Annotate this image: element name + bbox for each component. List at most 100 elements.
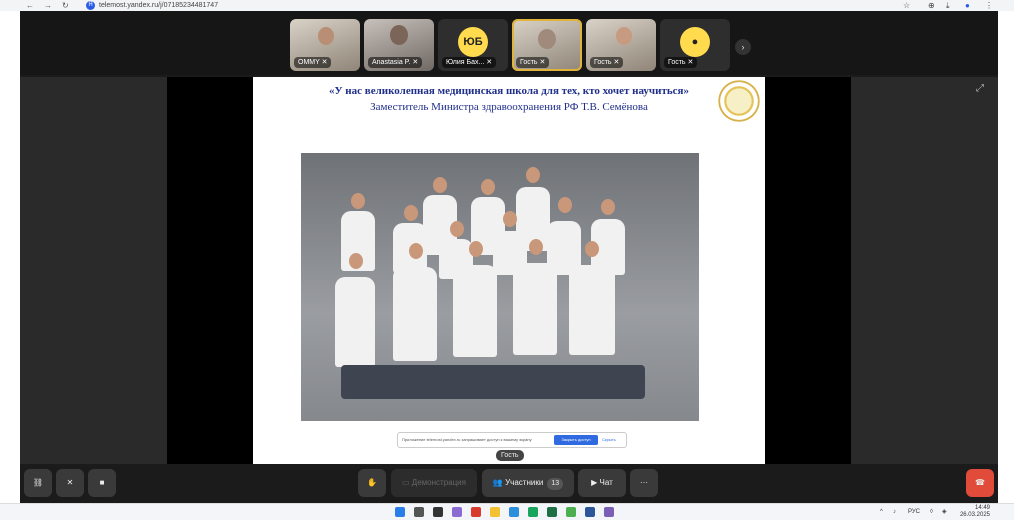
address-bar[interactable]: telemost.yandex.ru/j/07185234481747 — [99, 0, 218, 11]
screen-icon: ▭ — [402, 478, 410, 487]
person-head — [503, 211, 517, 227]
mic-icon[interactable]: ♪ — [893, 504, 896, 520]
left-margin — [0, 11, 20, 507]
telemost-app: OMMY ✕ Anastasia P. ✕ ЮБ Юлия Бах... ✕ Г… — [20, 11, 998, 507]
link-button[interactable]: ⛓ — [24, 469, 52, 497]
participant-tile[interactable]: Гость ✕ — [586, 19, 656, 71]
person-head — [481, 179, 495, 195]
participant-tile[interactable]: ЮБ Юлия Бах... ✕ — [438, 19, 508, 71]
participants-count: 13 — [547, 478, 564, 490]
person-head — [558, 197, 572, 213]
chat-icon: ▶ — [591, 478, 598, 487]
forward-icon[interactable]: → — [44, 0, 52, 11]
person-head — [526, 167, 540, 183]
participants-button[interactable]: 👥 Участники 13 — [482, 469, 574, 497]
mic-off-icon: ✕ — [613, 59, 620, 66]
person-figure — [513, 263, 557, 355]
mic-off-icon: ✕ — [412, 59, 419, 66]
extensions-icon[interactable]: ⊕ — [928, 0, 935, 11]
participant-tile[interactable]: Anastasia P. ✕ — [364, 19, 434, 71]
end-call-button[interactable]: ☎ — [966, 469, 994, 497]
person-head — [409, 243, 423, 259]
stop-sharing-button[interactable]: Закрыть доступ — [554, 435, 598, 445]
screen-share-notification: Приложение telemost.yandex.ru запрашивае… — [397, 432, 627, 448]
excel-icon[interactable] — [547, 507, 557, 517]
volume-icon[interactable]: ◈ — [942, 504, 947, 520]
bookmark-icon[interactable]: ☆ — [903, 0, 910, 11]
folder-icon[interactable] — [490, 507, 500, 517]
fullscreen-icon[interactable]: ⤢ — [976, 83, 984, 94]
participant-photo — [318, 27, 334, 45]
participant-name: Anastasia P. ✕ — [368, 57, 423, 68]
participant-tile[interactable]: ● Гость ✕ — [660, 19, 730, 71]
app-icon[interactable] — [604, 507, 614, 517]
mic-off-icon: ✕ — [66, 478, 74, 487]
left-panel — [20, 77, 167, 464]
participant-name: Юлия Бах... ✕ — [442, 57, 497, 68]
phone-hangup-icon: ☎ — [975, 478, 985, 487]
mic-toggle-button[interactable]: ✕ — [56, 469, 84, 497]
search-icon[interactable] — [414, 507, 424, 517]
teams-icon[interactable] — [452, 507, 462, 517]
participant-photo — [538, 29, 556, 49]
start-icon[interactable] — [395, 507, 405, 517]
person-head — [433, 177, 447, 193]
person-head — [601, 199, 615, 215]
screen-share-button[interactable]: ▭ Демонстрация — [391, 469, 477, 497]
browser-icon[interactable] — [509, 507, 519, 517]
more-button[interactable]: ··· — [630, 469, 658, 497]
participant-photo — [390, 25, 408, 45]
mic-off-icon: ✕ — [486, 59, 493, 66]
person-head — [585, 241, 599, 257]
windows-taskbar: ^ ♪ РУС ◊ ◈ 14:49 26.03.2025 — [0, 503, 1014, 520]
right-panel — [851, 77, 998, 464]
presenter-label: Гость — [496, 450, 524, 461]
person-head — [529, 239, 543, 255]
hand-icon: ✋ — [367, 478, 377, 487]
clock[interactable]: 14:49 26.03.2025 — [958, 505, 990, 519]
participant-name: Гость ✕ — [664, 57, 698, 68]
reload-icon[interactable]: ↻ — [62, 0, 69, 11]
presentation-slide: «У нас великолепная медицинская школа дл… — [253, 77, 765, 464]
site-favicon: Я — [86, 1, 95, 10]
raise-hand-button[interactable]: ✋ — [358, 469, 386, 497]
right-margin — [998, 11, 1014, 507]
app-icon[interactable] — [471, 507, 481, 517]
hide-notification-link[interactable]: Скрыть — [602, 433, 616, 447]
legs-row — [341, 365, 645, 399]
person-head — [349, 253, 363, 269]
network-icon[interactable]: ◊ — [930, 504, 933, 520]
chevron-right-icon[interactable]: › — [735, 39, 751, 55]
person-head — [450, 221, 464, 237]
app-icon[interactable] — [566, 507, 576, 517]
tray-arrow-icon[interactable]: ^ — [880, 504, 883, 520]
participants-strip: OMMY ✕ Anastasia P. ✕ ЮБ Юлия Бах... ✕ Г… — [20, 11, 998, 75]
person-figure — [569, 265, 615, 355]
chrome-icon[interactable] — [528, 507, 538, 517]
person-head — [469, 241, 483, 257]
university-emblem — [717, 79, 761, 123]
camera-toggle-button[interactable]: ■ — [88, 469, 116, 497]
mic-off-icon: ✕ — [321, 59, 328, 66]
chat-button[interactable]: ▶ Чат — [578, 469, 626, 497]
taskview-icon[interactable] — [433, 507, 443, 517]
group-photo — [301, 153, 699, 421]
person-head — [351, 193, 365, 209]
person-figure — [335, 277, 375, 367]
participant-tile-active[interactable]: Гость ✕ — [512, 19, 582, 71]
download-icon[interactable]: ⤓ — [946, 0, 950, 11]
screen-share-stage: «У нас великолепная медицинская школа дл… — [167, 77, 851, 464]
participant-tile[interactable]: OMMY ✕ — [290, 19, 360, 71]
back-icon[interactable]: ← — [26, 0, 34, 11]
slide-title: «У нас великолепная медицинская школа дл… — [328, 85, 690, 97]
profile-icon[interactable]: ● — [965, 0, 970, 11]
notification-text: Приложение telemost.yandex.ru запрашивае… — [402, 437, 532, 442]
menu-icon[interactable]: ⋮ — [985, 0, 993, 11]
slide-subtitle: Заместитель Министра здравоохранения РФ … — [370, 101, 648, 113]
person-figure — [393, 267, 437, 361]
language-indicator[interactable]: РУС — [908, 504, 920, 520]
person-icon: ● — [680, 27, 710, 57]
camera-icon: ■ — [99, 478, 105, 487]
clock-time: 14:49 — [974, 505, 990, 511]
word-icon[interactable] — [585, 507, 595, 517]
